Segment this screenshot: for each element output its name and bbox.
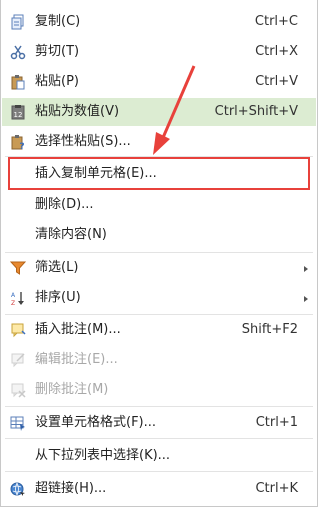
annotation-arrow — [153, 65, 196, 155]
